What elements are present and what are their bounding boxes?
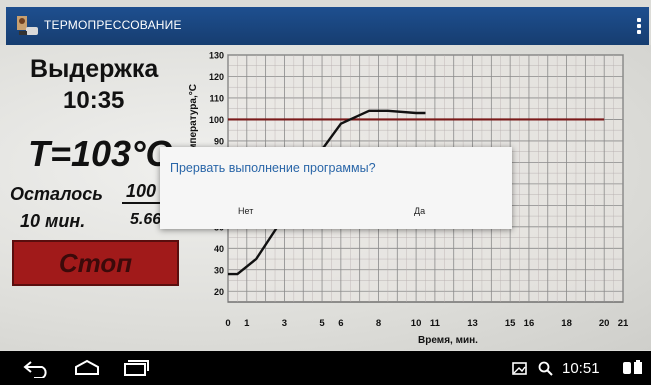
back-icon[interactable] bbox=[22, 358, 52, 378]
chart-x-ticks: 0 1 3 5 6 8 10 11 13 15 16 18 20 21 bbox=[225, 318, 629, 329]
chart-x-tick-label: 6 bbox=[338, 318, 343, 329]
dialog-message: Прервать выполнение программы? bbox=[170, 161, 376, 175]
chart-y-tick-label: 90 bbox=[214, 136, 224, 146]
recents-icon[interactable] bbox=[120, 358, 150, 378]
hold-time: 10:35 bbox=[63, 87, 125, 114]
chart-x-tick-label: 13 bbox=[467, 318, 478, 329]
chart-x-tick-label: 16 bbox=[524, 318, 535, 329]
screenshot-icon bbox=[512, 362, 527, 375]
app-screen: ТЕРМОПРЕССОВАНИЕ Выдержка 10:35 T=103°C … bbox=[0, 0, 651, 385]
dialog-no-button[interactable]: Нет bbox=[160, 193, 336, 229]
confirm-dialog: Прервать выполнение программы? Нет Да bbox=[160, 147, 512, 229]
app-title: ТЕРМОПРЕССОВАНИЕ bbox=[44, 18, 182, 32]
remaining-value: 100 bbox=[122, 181, 161, 204]
status-time: 10:51 bbox=[562, 360, 600, 377]
dialog-yes-button[interactable]: Да bbox=[336, 193, 512, 229]
overflow-menu-icon[interactable] bbox=[635, 16, 643, 38]
chart-x-tick-label: 11 bbox=[430, 318, 441, 329]
temperature-readout: T=103°C bbox=[28, 133, 172, 174]
chart-x-tick-label: 18 bbox=[561, 318, 572, 329]
chart-x-tick-label: 10 bbox=[411, 318, 422, 329]
main-content: Выдержка 10:35 T=103°C Осталось 100 10 м… bbox=[0, 45, 651, 350]
chart-x-label: Время, мин. bbox=[418, 335, 478, 346]
stop-button-label: Стоп bbox=[58, 248, 133, 278]
app-logo-icon bbox=[17, 16, 38, 35]
home-icon[interactable] bbox=[72, 358, 102, 378]
extra-value: 5.66 bbox=[130, 211, 162, 228]
system-nav-bar: 10:51 bbox=[0, 351, 651, 385]
hold-label: Выдержка bbox=[30, 55, 159, 83]
chart-x-tick-label: 15 bbox=[505, 318, 516, 329]
search-icon bbox=[538, 361, 553, 376]
chart-y-tick-label: 130 bbox=[209, 51, 224, 61]
remaining-time: 10 мин. bbox=[20, 211, 86, 231]
battery-icon bbox=[623, 360, 642, 374]
chart-x-tick-label: 5 bbox=[319, 318, 325, 329]
chart-x-tick-label: 3 bbox=[282, 318, 287, 329]
chart-y-tick-label: 30 bbox=[214, 265, 224, 275]
chart-y-tick-label: 100 bbox=[209, 115, 224, 125]
chart-x-tick-label: 1 bbox=[244, 318, 250, 329]
action-bar: ТЕРМОПРЕССОВАНИЕ bbox=[6, 7, 649, 45]
chart-y-tick-label: 20 bbox=[214, 287, 224, 297]
chart-y-tick-label: 120 bbox=[209, 72, 224, 82]
remaining-label: Осталось bbox=[10, 184, 103, 204]
chart-x-tick-label: 8 bbox=[376, 318, 381, 329]
stop-button[interactable]: Стоп bbox=[12, 240, 179, 286]
chart-y-tick-label: 110 bbox=[209, 93, 224, 103]
chart-x-tick-label: 20 bbox=[599, 318, 610, 329]
chart-y-tick-label: 40 bbox=[214, 244, 224, 254]
chart-x-tick-label: 21 bbox=[618, 318, 629, 329]
chart-x-tick-label: 0 bbox=[225, 318, 230, 329]
